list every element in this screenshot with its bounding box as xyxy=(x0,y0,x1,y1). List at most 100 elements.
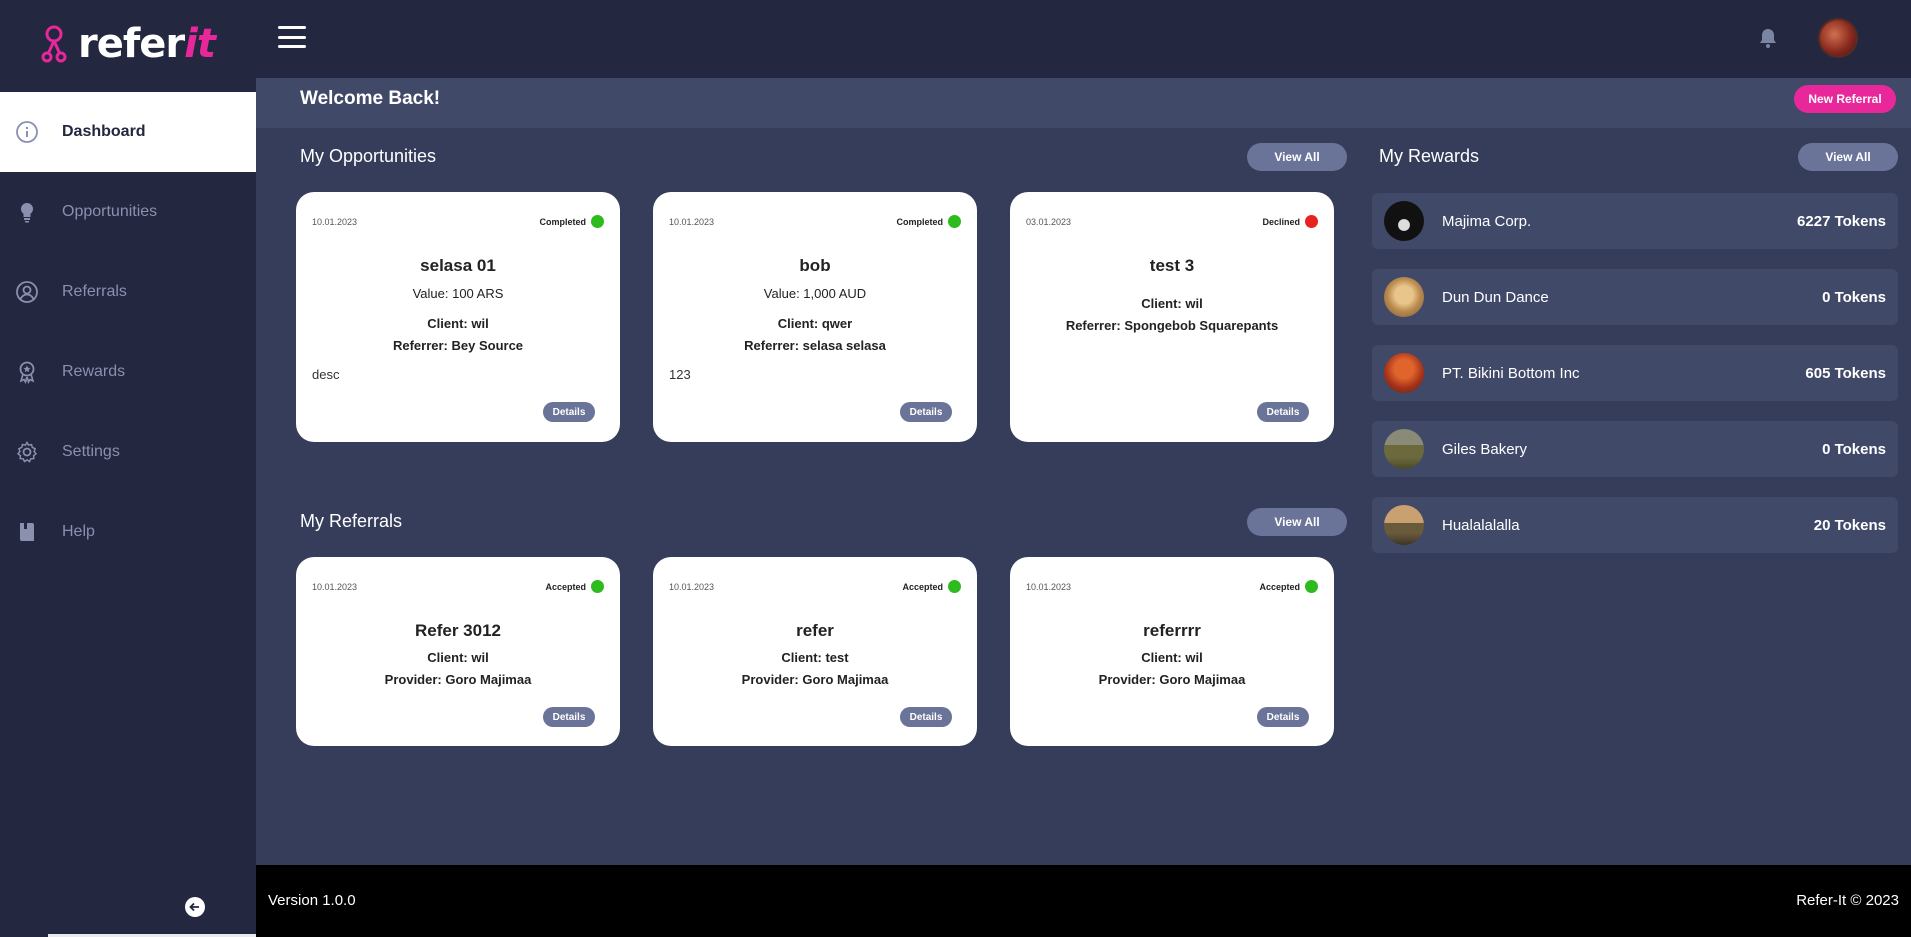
card-client: Client: wil xyxy=(427,316,489,331)
referral-card[interactable]: 10.01.2023 Accepted Refer 3012 Client: w… xyxy=(296,557,620,746)
opportunities-section-title: My Opportunities xyxy=(300,146,437,166)
sidebar-nav: Dashboard Opportunities Referrals Reward… xyxy=(0,92,256,572)
referit-logo-icon xyxy=(40,24,68,64)
reward-company-name: PT. Bikini Bottom Inc xyxy=(1442,364,1580,382)
reward-tokens: 6227 Tokens xyxy=(1797,212,1886,230)
welcome-bar: Welcome Back! New Referral xyxy=(256,78,1911,128)
sidebar-item-rewards[interactable]: Rewards xyxy=(0,332,256,412)
rewards-view-all-button[interactable]: View All xyxy=(1798,143,1898,171)
referrals-view-all-button[interactable]: View All xyxy=(1247,508,1347,536)
footer: Version 1.0.0 Refer-It © 2023 xyxy=(256,865,1911,937)
details-button[interactable]: Details xyxy=(543,707,595,727)
card-value: Value: 1,000 AUD xyxy=(763,286,867,301)
opportunity-card[interactable]: 03.01.2023 Declined test 3 Client: wil R… xyxy=(1010,192,1334,442)
details-button[interactable]: Details xyxy=(900,707,952,727)
status-dot xyxy=(591,215,604,228)
company-avatar xyxy=(1384,505,1424,545)
card-provider: Provider: Goro Majimaa xyxy=(741,672,889,687)
sidebar-item-label: Opportunities xyxy=(62,203,158,220)
user-avatar[interactable] xyxy=(1818,18,1858,58)
lightbulb-icon xyxy=(14,199,40,225)
brand-logo[interactable]: referit xyxy=(40,21,216,67)
card-date: 10.01.2023 xyxy=(1026,582,1072,592)
gear-icon xyxy=(14,439,40,465)
details-button[interactable]: Details xyxy=(543,402,595,422)
company-avatar xyxy=(1384,429,1424,469)
card-title: referrrr xyxy=(1143,621,1201,640)
company-avatar xyxy=(1384,353,1424,393)
sidebar-item-dashboard[interactable]: Dashboard xyxy=(0,92,256,172)
sidebar-item-opportunities[interactable]: Opportunities xyxy=(0,172,256,252)
card-title: refer xyxy=(796,621,834,640)
card-client: Client: test xyxy=(781,650,849,665)
sidebar-item-referrals[interactable]: Referrals xyxy=(0,252,256,332)
reward-tokens: 20 Tokens xyxy=(1813,516,1886,534)
sidebar-item-help[interactable]: Help xyxy=(0,492,256,572)
card-referrer: Referrer: selasa selasa xyxy=(744,338,886,353)
status-badge: Accepted xyxy=(1259,580,1318,593)
card-description: desc xyxy=(312,367,340,382)
details-button[interactable]: Details xyxy=(1257,402,1309,422)
card-description: 123 xyxy=(669,367,691,382)
reward-item[interactable]: PT. Bikini Bottom Inc 605 Tokens xyxy=(1372,345,1898,401)
opportunity-card[interactable]: 10.01.2023 Completed bob Value: 1,000 AU… xyxy=(653,192,977,442)
details-button[interactable]: Details xyxy=(1257,707,1309,727)
company-avatar xyxy=(1384,201,1424,241)
card-client: Client: qwer xyxy=(777,316,853,331)
card-referrer: Referrer: Spongebob Squarepants xyxy=(1065,318,1279,333)
sidebar-item-label: Rewards xyxy=(62,363,126,380)
status-dot xyxy=(1305,215,1318,228)
status-badge: Completed xyxy=(896,215,961,228)
card-client: Client: wil xyxy=(1141,296,1203,311)
referral-card[interactable]: 10.01.2023 Accepted referrrr Client: wil… xyxy=(1010,557,1334,746)
referral-card[interactable]: 10.01.2023 Accepted refer Client: test P… xyxy=(653,557,977,746)
reward-item[interactable]: Majima Corp. 6227 Tokens xyxy=(1372,193,1898,249)
card-date: 10.01.2023 xyxy=(669,582,715,592)
card-date: 10.01.2023 xyxy=(312,582,358,592)
company-avatar xyxy=(1384,277,1424,317)
card-date: 10.01.2023 xyxy=(312,217,358,227)
opportunities-view-all-button[interactable]: View All xyxy=(1247,143,1347,171)
reward-item[interactable]: Giles Bakery 0 Tokens xyxy=(1372,421,1898,477)
card-title: selasa 01 xyxy=(420,256,496,275)
card-provider: Provider: Goro Majimaa xyxy=(384,672,532,687)
status-dot xyxy=(591,580,604,593)
book-icon xyxy=(14,519,40,545)
collapse-sidebar-button[interactable] xyxy=(185,897,205,917)
sidebar-item-label: Dashboard xyxy=(62,123,146,140)
reward-item[interactable]: Dun Dun Dance 0 Tokens xyxy=(1372,269,1898,325)
reward-tokens: 0 Tokens xyxy=(1822,440,1886,458)
new-referral-button[interactable]: New Referral xyxy=(1794,85,1896,113)
menu-icon[interactable] xyxy=(278,26,306,48)
info-circle-icon xyxy=(14,119,40,145)
status-badge: Accepted xyxy=(545,580,604,593)
card-title: Refer 3012 xyxy=(414,621,501,640)
opportunity-card[interactable]: 10.01.2023 Completed selasa 01 Value: 10… xyxy=(296,192,620,442)
details-button[interactable]: Details xyxy=(900,402,952,422)
sidebar-item-label: Help xyxy=(62,523,95,540)
card-date: 10.01.2023 xyxy=(669,217,715,227)
card-title: bob xyxy=(799,256,831,275)
version-label: Version 1.0.0 xyxy=(268,892,356,909)
reward-company-name: Giles Bakery xyxy=(1442,440,1528,458)
card-referrer: Referrer: Bey Source xyxy=(392,338,524,353)
status-dot xyxy=(948,580,961,593)
reward-tokens: 0 Tokens xyxy=(1822,288,1886,306)
card-date: 03.01.2023 xyxy=(1026,217,1072,227)
brand-name: referit xyxy=(78,21,216,67)
reward-company-name: Dun Dun Dance xyxy=(1442,288,1549,306)
top-bar xyxy=(256,0,1911,78)
user-circle-icon xyxy=(14,279,40,305)
copyright-label: Refer-It © 2023 xyxy=(1796,892,1899,909)
card-value: Value: 100 ARS xyxy=(412,286,504,301)
status-dot xyxy=(1305,580,1318,593)
reward-item[interactable]: Hualalalalla 20 Tokens xyxy=(1372,497,1898,553)
status-dot xyxy=(948,215,961,228)
notification-bell-icon[interactable] xyxy=(1756,26,1780,50)
sidebar-item-settings[interactable]: Settings xyxy=(0,412,256,492)
arrow-left-icon xyxy=(189,902,199,912)
card-provider: Provider: Goro Majimaa xyxy=(1098,672,1246,687)
reward-company-name: Hualalalalla xyxy=(1442,516,1520,534)
card-client: Client: wil xyxy=(1141,650,1203,665)
referrals-section-title: My Referrals xyxy=(300,511,403,531)
